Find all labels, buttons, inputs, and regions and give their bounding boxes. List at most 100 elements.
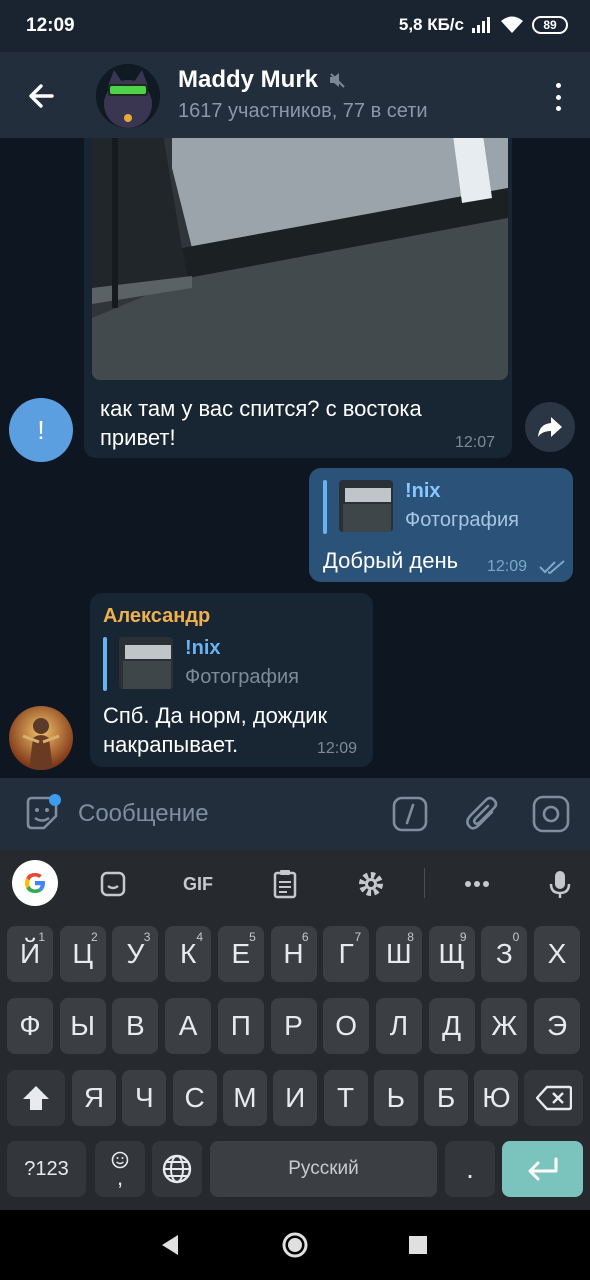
- signal-icon: [472, 17, 490, 33]
- key-label: Х: [547, 938, 567, 969]
- more-vertical-icon[interactable]: [550, 80, 566, 114]
- key[interactable]: Н6: [270, 926, 317, 982]
- message-photo[interactable]: [92, 138, 508, 380]
- key[interactable]: К4: [165, 926, 212, 982]
- key[interactable]: Ш8: [375, 926, 422, 982]
- clipboard-icon[interactable]: [265, 864, 305, 904]
- message-text: как там у вас спится? с востока привет!: [100, 396, 422, 450]
- key-label: Н: [283, 938, 304, 969]
- avatar-initial: !: [37, 414, 45, 445]
- sender-name[interactable]: Александр: [103, 605, 210, 628]
- reply-subtitle: Фотография: [405, 509, 519, 531]
- reply-texts: !nix Фотография: [405, 480, 519, 532]
- symbols-key[interactable]: ?123: [7, 1141, 86, 1197]
- share-button[interactable]: [525, 402, 575, 452]
- reply-bar: [103, 637, 107, 691]
- reply-name: !nix: [405, 480, 441, 502]
- key[interactable]: В: [112, 998, 159, 1054]
- emoji-comma-key[interactable]: ,: [95, 1141, 145, 1197]
- command-slash-icon[interactable]: [392, 796, 428, 832]
- reply-subtitle: Фотография: [185, 666, 299, 688]
- key[interactable]: А: [165, 998, 212, 1054]
- sticker-icon[interactable]: [22, 794, 62, 834]
- message-time: 12:09: [487, 558, 528, 575]
- key[interactable]: Я: [72, 1070, 116, 1126]
- key-hint: 0: [512, 930, 520, 944]
- key[interactable]: Д: [428, 998, 475, 1054]
- key[interactable]: Л: [375, 998, 422, 1054]
- language-key[interactable]: [152, 1141, 202, 1197]
- incoming-message[interactable]: Александр !nix Фотография Спб. Да норм, …: [90, 593, 373, 767]
- period-key[interactable]: .: [445, 1141, 495, 1197]
- network-speed: 5,8 КБ/с: [398, 15, 464, 34]
- key[interactable]: И: [273, 1070, 318, 1126]
- key-label: Е: [231, 938, 251, 969]
- sender-avatar[interactable]: !: [9, 398, 73, 462]
- backspace-icon: [535, 1085, 572, 1111]
- key[interactable]: М: [222, 1070, 267, 1126]
- reply-preview[interactable]: !nix Фотография: [323, 480, 519, 534]
- settings-icon[interactable]: [351, 864, 391, 904]
- reply-preview[interactable]: !nix Фотография: [103, 637, 299, 691]
- key-label: Г: [338, 938, 354, 969]
- nav-recents-icon[interactable]: [408, 1235, 428, 1255]
- microphone-icon[interactable]: [540, 864, 580, 904]
- sticker-icon[interactable]: [93, 864, 133, 904]
- shift-key[interactable]: [7, 1070, 65, 1126]
- key[interactable]: Х: [534, 926, 580, 982]
- chat-title[interactable]: Maddy Murk: [178, 66, 346, 94]
- enter-key[interactable]: [502, 1141, 583, 1197]
- key[interactable]: У3: [112, 926, 159, 982]
- google-icon[interactable]: [12, 860, 58, 906]
- nav-back-icon[interactable]: [158, 1233, 182, 1257]
- message-list[interactable]: как там у вас спится? с востока привет! …: [0, 138, 590, 778]
- key[interactable]: Ф: [7, 998, 53, 1054]
- backspace-key[interactable]: [524, 1070, 583, 1126]
- chat-title-text: Maddy Murk: [178, 66, 319, 93]
- key[interactable]: Ж: [481, 998, 528, 1054]
- toolbar-divider: [424, 868, 425, 898]
- key[interactable]: Е5: [217, 926, 264, 982]
- key[interactable]: З0: [481, 926, 528, 982]
- reply-thumbnail: [339, 480, 393, 532]
- battery-icon: 89: [532, 16, 568, 34]
- key[interactable]: Ь: [373, 1070, 418, 1126]
- attach-paperclip-icon[interactable]: [464, 794, 500, 834]
- key[interactable]: Т: [323, 1070, 368, 1126]
- space-key[interactable]: Русский: [210, 1141, 437, 1197]
- key[interactable]: Й1: [7, 926, 53, 982]
- key[interactable]: Ы: [59, 998, 106, 1054]
- key-hint: 8: [407, 930, 414, 944]
- globe-icon: [162, 1154, 192, 1184]
- message-input[interactable]: Сообщение: [78, 800, 209, 828]
- key[interactable]: Э: [534, 998, 580, 1054]
- keyboard: Й1Ц2У3К4Е5Н6Г7Ш8Щ9З0Х ФЫВАПРОЛДЖЭ ЯЧСМИТ…: [0, 916, 590, 1210]
- status-indicators: 5,8 КБ/с 89: [399, 15, 568, 35]
- gif-icon[interactable]: GIF: [178, 864, 218, 904]
- back-arrow-icon[interactable]: [22, 76, 62, 116]
- sender-avatar[interactable]: [9, 706, 73, 770]
- key-hint: 5: [249, 930, 256, 944]
- key[interactable]: С: [172, 1070, 217, 1126]
- key[interactable]: Р: [270, 998, 317, 1054]
- enter-icon: [528, 1157, 557, 1181]
- more-icon[interactable]: [457, 864, 497, 904]
- key[interactable]: Ц2: [59, 926, 106, 982]
- reply-name: !nix: [185, 637, 221, 659]
- group-avatar[interactable]: [96, 64, 160, 128]
- message-time: 12:09: [317, 740, 358, 757]
- key[interactable]: Ч: [122, 1070, 167, 1126]
- key[interactable]: Ю: [474, 1070, 519, 1126]
- key[interactable]: О: [323, 998, 370, 1054]
- key[interactable]: Щ9: [428, 926, 475, 982]
- key[interactable]: Г7: [323, 926, 370, 982]
- status-bar: 12:09 5,8 КБ/с 89: [0, 0, 590, 52]
- key-label: Й: [19, 938, 41, 969]
- key[interactable]: П: [217, 998, 264, 1054]
- key-hint: 7: [354, 930, 362, 944]
- outgoing-message[interactable]: !nix Фотография Добрый день 12:09: [309, 468, 573, 582]
- share-arrow-icon: [538, 417, 562, 437]
- nav-home-icon[interactable]: [281, 1231, 309, 1259]
- key[interactable]: Б: [424, 1070, 469, 1126]
- camera-icon[interactable]: [532, 795, 570, 833]
